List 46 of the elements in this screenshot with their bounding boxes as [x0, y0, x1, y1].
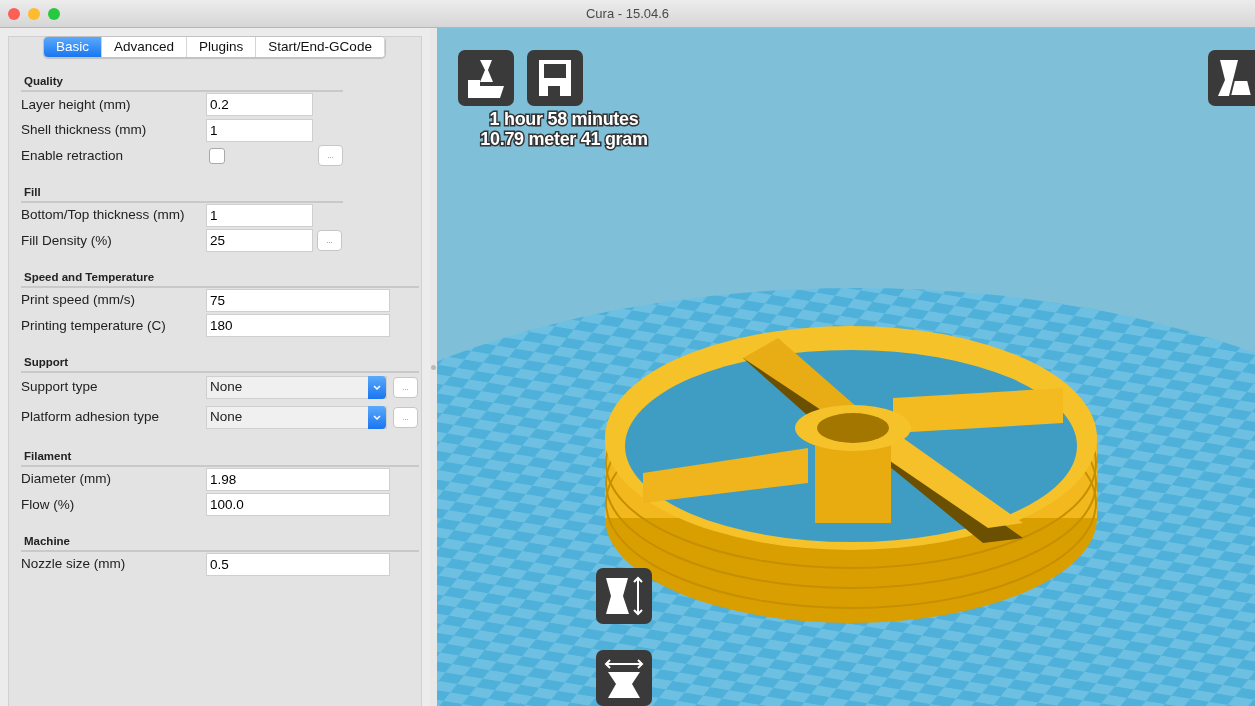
field-label: Enable retraction — [21, 146, 125, 165]
field-label: Printing temperature (C) — [21, 316, 167, 335]
dropdown[interactable]: None — [206, 376, 387, 399]
view-mode-button[interactable] — [1208, 50, 1255, 106]
field-label: Platform adhesion type — [21, 408, 161, 427]
field-label: Layer height (mm) — [21, 95, 132, 114]
tab[interactable]: Start/End-GCode — [256, 37, 385, 57]
field-label: Flow (%) — [21, 495, 76, 514]
section-heading: Fill — [21, 184, 343, 203]
field-label: Bottom/Top thickness (mm) — [21, 206, 186, 225]
field-label: Fill Density (%) — [21, 231, 113, 250]
field-label: Diameter (mm) — [21, 470, 112, 489]
dropdown[interactable]: None — [206, 406, 387, 429]
section-heading: Speed and Temperature — [21, 269, 419, 288]
checkbox[interactable] — [209, 147, 225, 164]
scale-height-button[interactable] — [596, 568, 652, 624]
scale-width-button[interactable] — [596, 650, 652, 706]
chevron-down-icon — [373, 414, 381, 421]
tab[interactable]: Advanced — [102, 37, 188, 57]
text-field[interactable]: 1 — [206, 118, 313, 142]
print-stats-text: 1 hour 58 minutes — [488, 109, 640, 129]
more-options-button[interactable]: ... — [318, 145, 343, 167]
more-options-button[interactable]: ... — [393, 407, 418, 428]
text-field[interactable]: 0.5 — [206, 552, 390, 576]
field-label: Print speed (mm/s) — [21, 291, 137, 310]
section-heading: Support — [21, 354, 419, 373]
field-label: Support type — [21, 378, 99, 397]
text-field[interactable]: 25 — [206, 229, 313, 253]
load-model-button[interactable] — [458, 50, 514, 106]
more-options-button[interactable]: ... — [393, 377, 418, 398]
text-field[interactable]: 1.98 — [206, 467, 390, 491]
section-heading: Filament — [21, 448, 419, 467]
save-button[interactable] — [527, 50, 583, 106]
text-field[interactable]: 1 — [206, 203, 313, 227]
text-field[interactable]: 75 — [206, 288, 390, 312]
print-stats-text: 10.79 meter 41 gram — [479, 129, 649, 149]
chevron-down-icon — [373, 384, 381, 391]
field-label: Nozzle size (mm) — [21, 555, 127, 574]
more-options-button[interactable]: ... — [317, 230, 342, 252]
text-field[interactable]: 0.2 — [206, 93, 313, 117]
window-title: Cura - 15.04.6 — [585, 4, 670, 23]
text-field[interactable]: 100.0 — [206, 493, 390, 517]
tab[interactable]: Plugins — [187, 37, 257, 57]
section-heading: Machine — [21, 533, 419, 552]
text-field[interactable]: 180 — [206, 314, 390, 338]
field-label: Shell thickness (mm) — [21, 121, 148, 140]
